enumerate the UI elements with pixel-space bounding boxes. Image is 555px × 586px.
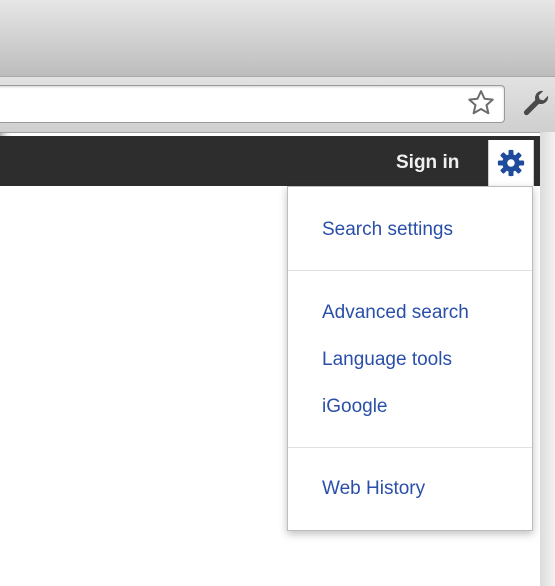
wrench-icon[interactable] (519, 87, 553, 121)
menu-divider (288, 447, 532, 448)
options-gear-button[interactable] (488, 140, 534, 186)
star-icon[interactable] (466, 88, 496, 118)
browser-window: Sign in Search settings Advanced search … (0, 0, 555, 586)
menu-item-igoogle[interactable]: iGoogle (322, 396, 388, 418)
menu-divider (288, 270, 532, 271)
window-right-edge (540, 132, 555, 586)
sign-in-link[interactable]: Sign in (390, 148, 465, 178)
menu-item-search-settings[interactable]: Search settings (322, 219, 453, 241)
menu-item-language-tools[interactable]: Language tools (322, 349, 452, 371)
menu-item-advanced-search[interactable]: Advanced search (322, 302, 469, 324)
title-bar (0, 0, 555, 77)
address-bar[interactable] (0, 85, 505, 123)
menu-item-web-history[interactable]: Web History (322, 478, 425, 500)
gear-icon (497, 149, 525, 177)
options-dropdown-menu: Search settings Advanced search Language… (287, 186, 533, 531)
